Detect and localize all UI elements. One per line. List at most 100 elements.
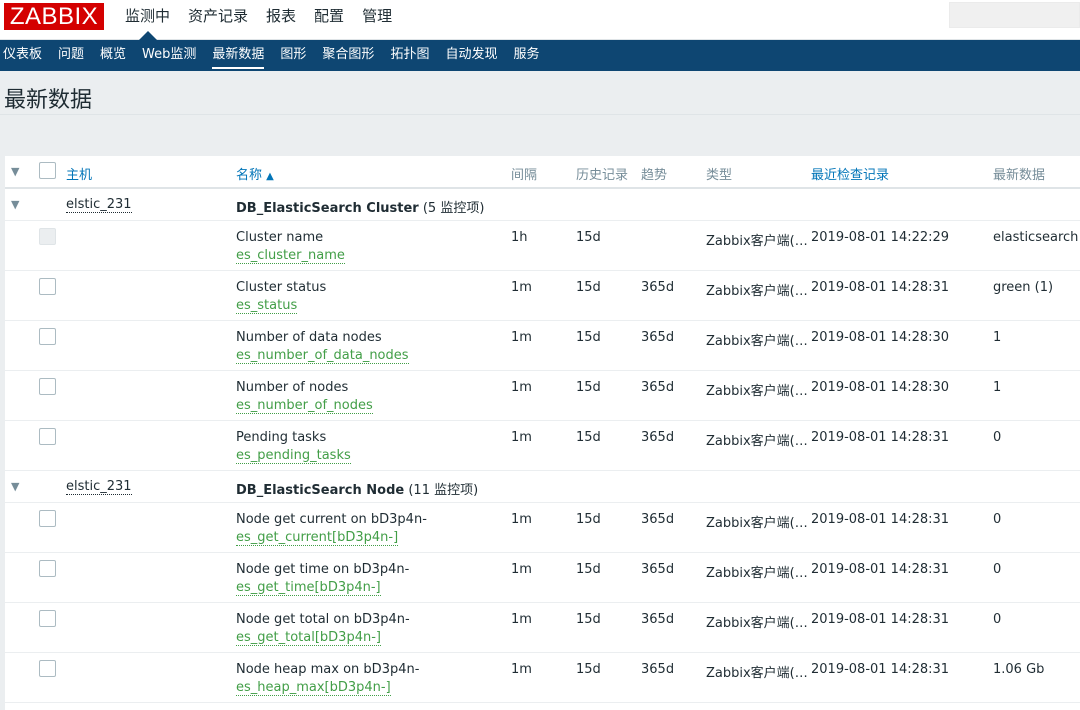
item-key[interactable]: es_get_time[bD3p4n-] <box>236 579 381 596</box>
submenu-web[interactable]: Web监测 <box>136 40 206 71</box>
row-select-cell <box>39 220 66 271</box>
table-row: Number of data nodes es_number_of_data_no… <box>5 320 1080 371</box>
row-select-cell <box>39 420 66 471</box>
item-trends: 365d <box>641 320 706 371</box>
item-name-cell: Cluster status es_status <box>236 270 511 321</box>
item-name: Cluster name <box>236 229 324 245</box>
row-host-cell <box>66 552 236 603</box>
menu-configuration[interactable]: 配置 <box>305 0 353 40</box>
host-link[interactable]: elstic_231 <box>66 478 132 495</box>
item-name: Number of data nodes <box>236 329 382 345</box>
item-key-link[interactable]: es_number_of_data_nodes <box>236 347 511 364</box>
item-key-link[interactable]: es_status <box>236 297 511 314</box>
sort-asc-icon: ▲ <box>266 171 274 182</box>
item-name-cell: Number of nodes es_number_of_nodes <box>236 370 511 421</box>
item-last-check: 2019-08-01 14:28:31 <box>811 552 993 603</box>
row-spacer <box>5 370 39 421</box>
header-interval: 间隔 <box>511 156 576 189</box>
header-name-label[interactable]: 名称 <box>236 168 262 183</box>
menu-monitoring[interactable]: 监测中 <box>116 0 179 40</box>
item-interval: 1m <box>511 320 576 371</box>
host-link[interactable]: elstic_231 <box>66 197 132 213</box>
submenu-services[interactable]: 服务 <box>507 40 549 71</box>
item-name: Cluster status <box>236 279 327 295</box>
submenu-overview[interactable]: 概览 <box>94 40 136 71</box>
header-host[interactable]: 主机 <box>66 156 236 189</box>
group-toggle-cell[interactable]: ▼ <box>5 188 39 221</box>
row-host-cell <box>66 502 236 553</box>
item-interval: 1m <box>511 502 576 553</box>
row-host-cell <box>66 270 236 321</box>
menu-administration[interactable]: 管理 <box>353 0 401 40</box>
item-type: Zabbix客户端(… <box>706 552 811 603</box>
row-checkbox[interactable] <box>39 377 56 395</box>
item-key[interactable]: es_heap_max[bD3p4n-] <box>236 679 391 696</box>
item-key-link[interactable]: es_get_current[bD3p4n-] <box>236 529 511 546</box>
item-key[interactable]: es_number_of_nodes <box>236 397 373 414</box>
item-key-link[interactable]: es_number_of_nodes <box>236 397 511 414</box>
item-name: Node get time on bD3p4n- <box>236 561 410 577</box>
latest-data-table: ▼ 主机 名称 ▲ 间隔 历史记录 趋势 类型 最近检查记录 最新数据 ▼ els… <box>5 156 1080 710</box>
row-checkbox[interactable] <box>39 327 56 345</box>
row-checkbox[interactable] <box>39 277 56 295</box>
chevron-down-icon[interactable]: ▼ <box>5 165 19 178</box>
submenu-latest-data[interactable]: 最新数据 <box>206 40 274 71</box>
group-host-cell: elstic_231 <box>66 188 236 221</box>
item-count: (11 监控项) <box>408 482 479 498</box>
submenu-discovery[interactable]: 自动发现 <box>439 40 507 71</box>
menu-inventory[interactable]: 资产记录 <box>179 0 257 40</box>
submenu-screens[interactable]: 聚合图形 <box>316 40 384 71</box>
item-last-check: 2019-08-01 14:28:31 <box>811 602 993 653</box>
item-key[interactable]: es_number_of_data_nodes <box>236 347 409 364</box>
submenu-dashboard[interactable]: 仪表板 <box>0 40 52 71</box>
item-name-cell: Pending tasks es_pending_tasks <box>236 420 511 471</box>
select-all-checkbox[interactable] <box>39 162 56 179</box>
item-interval: 1m <box>511 552 576 603</box>
search-input[interactable] <box>949 2 1080 28</box>
submenu-problems[interactable]: 问题 <box>52 40 94 71</box>
row-host-cell <box>66 420 236 471</box>
row-checkbox[interactable] <box>39 427 56 445</box>
item-key[interactable]: es_pending_tasks <box>236 447 351 464</box>
item-key-link[interactable]: es_cluster_name <box>236 247 511 264</box>
header-type: 类型 <box>706 156 811 189</box>
item-history: 15d <box>576 652 641 703</box>
collapse-all-toggle[interactable]: ▼ <box>5 156 39 189</box>
menu-reports[interactable]: 报表 <box>257 0 305 40</box>
item-key[interactable]: es_get_total[bD3p4n-] <box>236 629 381 646</box>
header-last-check[interactable]: 最近检查记录 <box>811 156 993 189</box>
page-title: 最新数据 <box>4 88 93 113</box>
main-menu: 监测中 资产记录 报表 配置 管理 <box>116 0 401 40</box>
row-checkbox[interactable] <box>39 509 56 527</box>
item-last-check: 2019-08-01 14:28:31 <box>811 420 993 471</box>
row-spacer <box>5 320 39 371</box>
row-checkbox[interactable] <box>39 659 56 677</box>
table-row: Node get total on bD3p4n-es_get_total[bD… <box>5 602 1080 653</box>
item-last-value: green (1) <box>993 270 1080 321</box>
item-key-link[interactable]: es_get_total[bD3p4n-] <box>236 629 511 646</box>
header-name[interactable]: 名称 ▲ <box>236 156 511 189</box>
row-spacer <box>5 420 39 471</box>
row-host-cell <box>66 320 236 371</box>
item-name-cell: Node get time on bD3p4n-es_get_time[bD3p… <box>236 552 511 603</box>
row-checkbox[interactable] <box>39 609 56 627</box>
item-key-link[interactable]: es_heap_max[bD3p4n-] <box>236 679 511 696</box>
zabbix-logo[interactable]: ZABBIX <box>4 3 104 30</box>
item-name: Node get current on bD3p4n- <box>236 511 427 527</box>
row-host-cell <box>66 370 236 421</box>
chevron-down-icon[interactable]: ▼ <box>5 480 19 493</box>
item-key[interactable]: es_get_current[bD3p4n-] <box>236 529 399 546</box>
item-key[interactable]: es_cluster_name <box>236 247 345 264</box>
item-key-link[interactable]: es_pending_tasks <box>236 447 511 464</box>
item-history: 15d <box>576 502 641 553</box>
item-key-link[interactable]: es_get_time[bD3p4n-] <box>236 579 511 596</box>
header-last-value: 最新数据 <box>993 156 1080 189</box>
table-row: Pending tasks es_pending_tasks 1m 15d 365d Za… <box>5 420 1080 471</box>
item-key[interactable]: es_status <box>236 297 298 314</box>
group-toggle-cell[interactable]: ▼ <box>5 470 39 503</box>
row-spacer <box>5 652 39 703</box>
submenu-graphs[interactable]: 图形 <box>274 40 316 71</box>
row-checkbox[interactable] <box>39 559 56 577</box>
chevron-down-icon[interactable]: ▼ <box>5 198 19 211</box>
submenu-maps[interactable]: 拓扑图 <box>384 40 439 71</box>
